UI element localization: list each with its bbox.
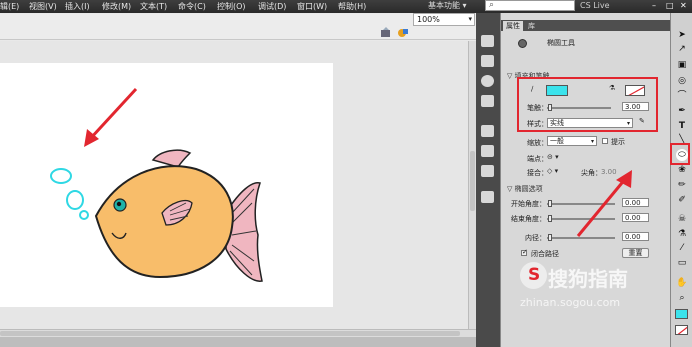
eraser-tool-icon[interactable]: ▭: [676, 257, 688, 269]
scale-label: 缩放：: [527, 139, 548, 147]
menu-insert[interactable]: 插入(I): [65, 1, 90, 12]
hint-label: 提示: [611, 138, 625, 146]
eyedropper-icon[interactable]: ⁄: [676, 242, 688, 254]
brush-tool-icon[interactable]: ✐: [676, 194, 688, 206]
cs-live-button[interactable]: CS Live: [580, 1, 610, 10]
vertical-scrollbar[interactable]: [468, 41, 476, 329]
checkmark-icon: ✓: [522, 248, 528, 256]
scroll-thumb[interactable]: [470, 151, 475, 211]
pencil-tool-icon[interactable]: ✏: [676, 179, 688, 191]
annotation-arrow-panel: [576, 170, 632, 237]
workspace-selector[interactable]: 基本功能 ▾: [428, 0, 467, 11]
free-transform-icon[interactable]: ▣: [676, 59, 688, 71]
top-fin: [151, 149, 192, 168]
menu-text[interactable]: 文本(T): [140, 1, 167, 12]
join-label: 接合：: [527, 169, 548, 177]
menu-edit[interactable]: 辑(E): [0, 1, 19, 12]
bubble: [79, 210, 89, 220]
reset-button[interactable]: 重置: [622, 248, 649, 258]
minimize-icon[interactable]: –: [652, 1, 656, 10]
highlight-box-stroke: [517, 77, 658, 132]
stage-canvas[interactable]: [0, 63, 333, 307]
panel-dock: [476, 13, 500, 347]
highlight-box-oval-tool: [670, 143, 690, 165]
annotation-arrow: [88, 87, 138, 141]
zoom-tool-icon[interactable]: ⌕: [676, 292, 688, 304]
menu-window[interactable]: 窗口(W): [297, 1, 327, 12]
components-icon[interactable]: [481, 145, 494, 157]
menu-help[interactable]: 帮助(H): [338, 1, 366, 12]
menu-bar: 辑(E) 视图(V) 插入(I) 修改(M) 文本(T) 命令(C) 控制(O)…: [0, 0, 692, 13]
fill-color-chip[interactable]: [675, 325, 688, 335]
inner-radius-knob[interactable]: [548, 234, 552, 241]
start-angle-knob[interactable]: [548, 200, 552, 207]
tools-panel: ➤ ↗ ▣ ◎ ⌒ ✒ T ╲ ⬭ ❀ ✏ ✐ ☠ ⚗ ⁄ ▭ ✋ ⌕: [670, 13, 692, 347]
code-snippets-icon[interactable]: [481, 125, 494, 137]
zoom-select[interactable]: 100% ▾: [413, 13, 475, 26]
sogou-logo-letter: S: [528, 265, 541, 285]
hand-tool-icon[interactable]: ✋: [676, 277, 688, 289]
menu-command[interactable]: 命令(C): [178, 1, 206, 12]
align-panel-icon[interactable]: [481, 35, 494, 47]
bubble: [66, 190, 84, 210]
start-angle-label: 开始角度：: [511, 200, 546, 208]
end-angle-knob[interactable]: [548, 215, 552, 222]
search-icon: ⌕: [489, 0, 495, 10]
motion-presets-icon[interactable]: [481, 165, 494, 177]
end-angle-label: 结束角度：: [511, 215, 546, 223]
watermark-text: 搜狗指南: [548, 267, 628, 291]
chevron-down-icon: ▾: [468, 15, 472, 23]
bubble: [50, 168, 72, 184]
hint-checkbox[interactable]: [602, 138, 608, 144]
edit-scene-icon[interactable]: [380, 27, 392, 38]
menu-control[interactable]: 控制(O): [217, 1, 246, 12]
info-icon[interactable]: [481, 75, 494, 87]
watermark-url: zhinan.sogou.com: [520, 296, 621, 309]
selection-tool-icon[interactable]: ➤: [676, 29, 688, 41]
status-strip: [0, 337, 476, 347]
join-select[interactable]: ◇ ▾: [547, 167, 558, 175]
horizontal-scrollbar[interactable]: [0, 329, 476, 337]
menu-view[interactable]: 视图(V): [29, 1, 57, 12]
close-path-label: 闭合路径: [531, 250, 559, 258]
scale-select[interactable]: 一般 ▾: [547, 136, 597, 146]
lasso-tool-icon[interactable]: ⌒: [676, 90, 688, 102]
zoom-value: 100%: [417, 15, 440, 24]
pen-tool-icon[interactable]: ✒: [676, 105, 688, 117]
transform-icon[interactable]: [481, 95, 494, 107]
cap-select[interactable]: ⊝ ▾: [547, 153, 559, 161]
scroll-thumb[interactable]: [0, 331, 460, 336]
cap-label: 端点：: [527, 155, 548, 163]
restore-icon[interactable]: □: [666, 1, 674, 10]
color-panel-icon[interactable]: [481, 55, 494, 67]
inner-radius-label: 内径：: [525, 234, 546, 242]
stroke-color-chip[interactable]: [675, 309, 688, 319]
history-icon[interactable]: [481, 191, 494, 203]
oval-tool-icon: [518, 39, 527, 48]
tab-library[interactable]: 库: [525, 21, 538, 31]
chevron-down-icon: ▾: [590, 138, 594, 145]
deco-tool-icon[interactable]: ❀: [676, 164, 688, 176]
bone-tool-icon[interactable]: ☠: [676, 213, 688, 225]
scale-value: 一般: [550, 137, 564, 145]
menu-modify[interactable]: 修改(M): [102, 1, 131, 12]
search-input[interactable]: ⌕: [485, 0, 575, 11]
close-icon[interactable]: ✕: [680, 1, 687, 10]
panel-tabs: 属性 库: [501, 20, 671, 31]
edit-symbol-icon[interactable]: [397, 27, 409, 38]
fish-pupil: [116, 201, 122, 207]
menu-debug[interactable]: 调试(D): [258, 1, 286, 12]
paint-bucket-icon[interactable]: ⚗: [676, 228, 688, 240]
no-color-slash: [677, 326, 687, 334]
stage-toolbar: [0, 14, 476, 40]
subselection-tool-icon[interactable]: ↗: [676, 43, 688, 55]
sogou-logo: S: [520, 262, 547, 289]
tab-properties[interactable]: 属性: [503, 21, 523, 31]
fish-drawing: [50, 87, 263, 282]
text-tool-icon[interactable]: T: [676, 120, 688, 132]
3d-rotation-icon[interactable]: ◎: [676, 75, 688, 87]
tool-name: 椭圆工具: [547, 39, 575, 47]
ellipse-options-header[interactable]: ▽ 椭圆选项: [507, 184, 543, 194]
